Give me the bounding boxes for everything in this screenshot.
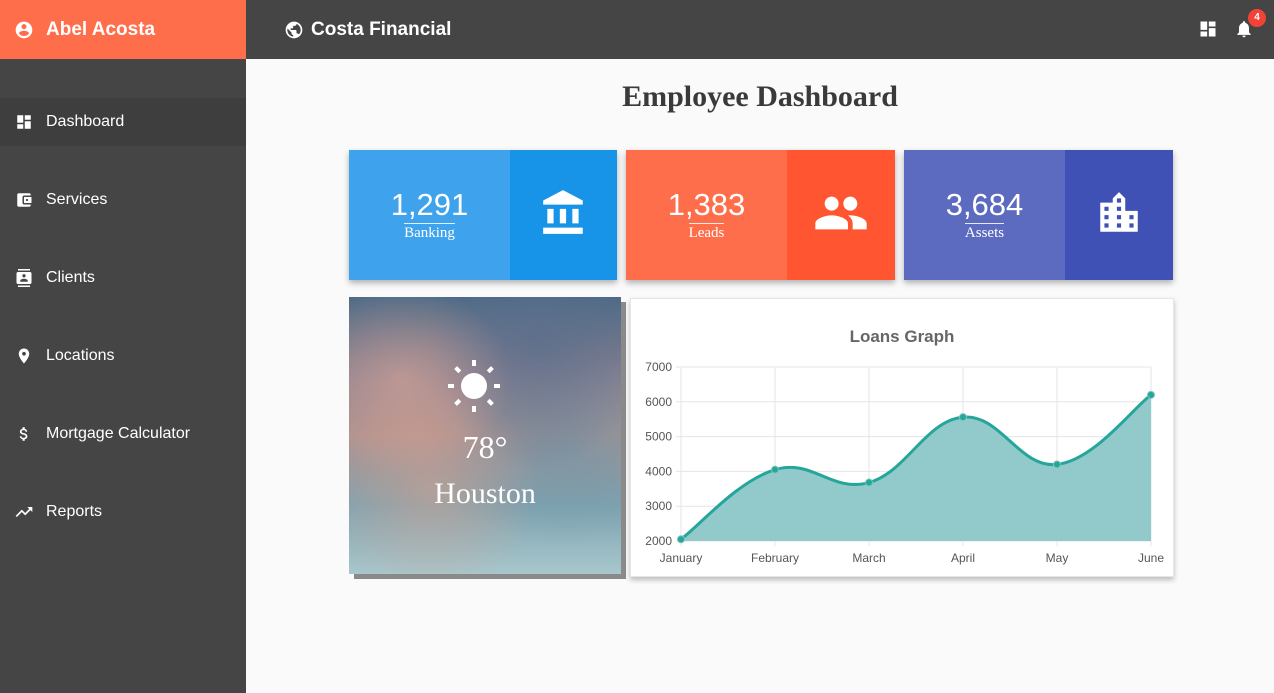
loans-chart: 2000 3000 4000 5000 6000 7000 January February M… xyxy=(645,360,1164,565)
data-point xyxy=(771,465,779,474)
sidebar-item-label: Clients xyxy=(46,269,95,286)
x-tick-label: June xyxy=(1138,551,1164,565)
top-right-actions: 4 xyxy=(1184,8,1266,41)
notification-badge: 4 xyxy=(1248,8,1266,27)
sidebar-item-label: Reports xyxy=(46,503,103,520)
stat-label: Assets xyxy=(964,222,1005,241)
brand[interactable]: Costa Financial xyxy=(284,19,451,41)
x-tick-label: March xyxy=(852,551,885,565)
sidebar-item-label: Dashboard xyxy=(46,113,125,130)
weather-city: Houston xyxy=(434,477,536,510)
sidebar-item-dashboard[interactable]: Dashboard xyxy=(0,98,246,146)
sidebar: Abel Acosta Dashboard Services Clients L… xyxy=(0,0,246,693)
stat-card-assets[interactable]: 3,684 Assets xyxy=(904,150,1173,280)
top-bar: Costa Financial 4 xyxy=(246,0,1274,59)
x-tick-label: February xyxy=(751,551,799,565)
loans-area-fill xyxy=(681,394,1151,541)
bank-icon xyxy=(539,188,589,243)
people-icon xyxy=(813,185,869,246)
sidebar-item-services[interactable]: Services xyxy=(0,176,246,224)
data-point xyxy=(959,413,967,422)
data-point xyxy=(1053,460,1061,469)
building-icon xyxy=(1094,188,1144,243)
sidebar-item-reports[interactable]: Reports xyxy=(0,488,246,536)
stat-value: 3,684 xyxy=(945,186,1024,222)
contacts-icon xyxy=(14,268,34,288)
x-tick-label: May xyxy=(1046,551,1069,565)
stat-card-banking[interactable]: 1,291 Banking xyxy=(349,150,617,280)
account-circle-icon xyxy=(14,20,34,40)
stat-value: 1,291 xyxy=(390,186,469,222)
stat-card-icon-area xyxy=(1065,150,1173,280)
y-tick-label: 3000 xyxy=(645,499,672,513)
data-point xyxy=(1147,390,1155,399)
notifications-bell-icon[interactable]: 4 xyxy=(1234,8,1266,41)
x-tick-label: January xyxy=(660,551,703,565)
y-tick-label: 7000 xyxy=(645,360,672,374)
dashboard-icon xyxy=(14,112,34,132)
stat-label: Banking xyxy=(404,222,455,241)
sidebar-item-clients[interactable]: Clients xyxy=(0,254,246,302)
sidebar-item-label: Locations xyxy=(46,347,115,364)
dashboard-icon[interactable] xyxy=(1198,19,1220,41)
wallet-icon xyxy=(14,190,34,210)
data-point xyxy=(865,478,873,487)
sidebar-item-mortgage-calculator[interactable]: Mortgage Calculator xyxy=(0,410,246,458)
stat-card-icon-area xyxy=(510,150,617,280)
page-title: Employee Dashboard xyxy=(622,80,898,113)
weather-card: 78° Houston xyxy=(349,297,621,574)
stat-card-info: 1,383 Leads xyxy=(626,150,787,280)
sidebar-nav: Dashboard Services Clients Locations Mor… xyxy=(0,98,246,536)
user-header[interactable]: Abel Acosta xyxy=(0,0,246,59)
weather-temperature: 78° xyxy=(462,429,508,465)
sidebar-item-label: Mortgage Calculator xyxy=(46,425,191,442)
y-tick-label: 5000 xyxy=(645,430,672,444)
sidebar-item-label: Services xyxy=(46,191,108,208)
stat-label: Leads xyxy=(688,222,725,241)
stat-value: 1,383 xyxy=(667,186,746,222)
stat-card-icon-area xyxy=(787,150,895,280)
stat-card-info: 3,684 Assets xyxy=(904,150,1065,280)
user-name: Abel Acosta xyxy=(46,18,156,40)
loans-graph-card: Loans Graph 2000 3000 4000 5000 6000 7000 Janu… xyxy=(630,298,1174,577)
x-tick-label: April xyxy=(951,551,975,565)
data-point xyxy=(677,535,685,544)
dollar-icon xyxy=(14,424,34,444)
y-tick-label: 2000 xyxy=(645,534,672,548)
y-tick-label: 6000 xyxy=(645,395,672,409)
y-tick-label: 4000 xyxy=(645,464,672,478)
sidebar-item-locations[interactable]: Locations xyxy=(0,332,246,380)
sun-icon xyxy=(447,359,501,413)
stat-card-info: 1,291 Banking xyxy=(349,150,510,280)
globe-icon xyxy=(284,20,304,40)
stat-card-leads[interactable]: 1,383 Leads xyxy=(626,150,895,280)
location-pin-icon xyxy=(14,346,34,366)
brand-name: Costa Financial xyxy=(311,18,452,40)
trending-up-icon xyxy=(14,502,34,522)
